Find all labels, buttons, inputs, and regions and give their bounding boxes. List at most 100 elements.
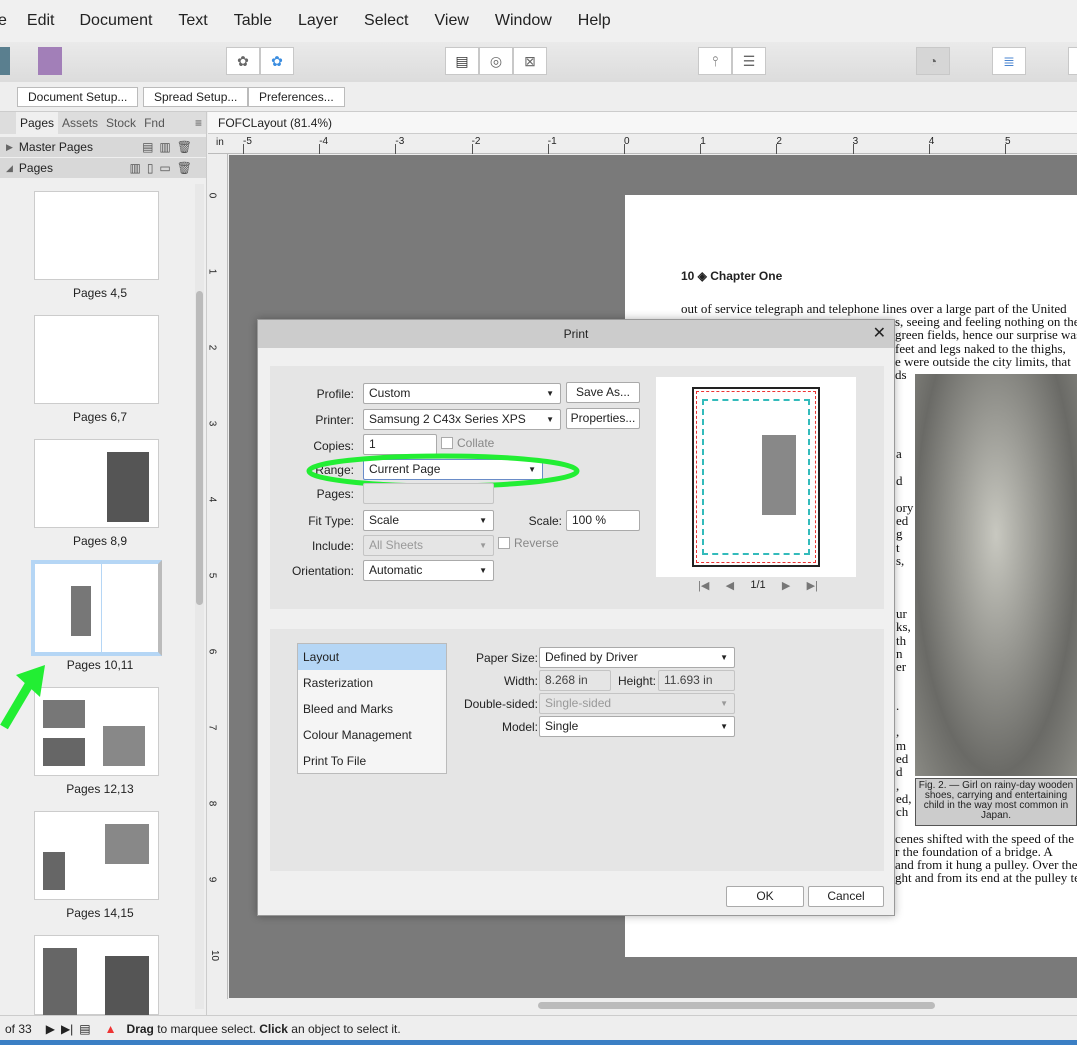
tab-stock[interactable]: Stock — [102, 116, 140, 130]
first-page-icon[interactable]: |◀ — [698, 579, 709, 592]
ruler-tick-label: -5 — [243, 136, 252, 147]
category-colour-management[interactable]: Colour Management — [298, 722, 446, 748]
collapse-arrow-icon[interactable]: ◢ — [6, 163, 13, 174]
ruler-tick — [471, 144, 473, 154]
preflight-alert-icon[interactable]: ▲ — [105, 1022, 117, 1036]
next-page-icon[interactable]: ▶ — [782, 579, 790, 592]
properties-button[interactable]: Properties... — [566, 408, 640, 429]
tab-assets[interactable]: Assets — [58, 116, 102, 130]
thumbnail-label: Pages 8,9 — [72, 534, 128, 548]
panel-scrollbar[interactable] — [195, 184, 204, 1009]
status-bar: of 33 ▶ ▶| ▤ ▲ Drag to marquee select. C… — [0, 1015, 1077, 1041]
menu-window[interactable]: Window — [495, 12, 552, 30]
preview-sheet — [692, 387, 820, 567]
menu-edit[interactable]: Edit — [27, 12, 55, 30]
category-print-to-file[interactable]: Print To File — [298, 748, 446, 774]
category-rasterization[interactable]: Rasterization — [298, 670, 446, 696]
thumbnail-pages-12-13[interactable] — [34, 687, 159, 776]
pages-label: Pages: — [316, 487, 354, 501]
pages-input[interactable] — [363, 483, 494, 504]
green-annotation-arrow — [0, 665, 45, 730]
save-as-button[interactable]: Save As... — [566, 382, 640, 403]
next-page-icon[interactable]: ▶ — [46, 1022, 55, 1036]
scrollbar-thumb[interactable] — [196, 291, 203, 605]
expand-arrow-icon[interactable]: ▶ — [6, 142, 13, 153]
include-select[interactable]: All Sheets ▼ — [363, 535, 494, 556]
master-pages-section[interactable]: ▶ Master Pages ▤▥🗑 — [0, 137, 206, 157]
thumbnail-pages-14-15[interactable] — [34, 811, 159, 900]
thumbnail-pages-6-7[interactable] — [34, 315, 159, 404]
menu-bar: e Edit Document Text Table Layer Select … — [0, 0, 1077, 42]
tab-find[interactable]: Fnd — [140, 116, 169, 130]
pages-list-icon[interactable]: ▤ — [79, 1022, 90, 1036]
thumbnail-pages-8-9[interactable] — [34, 439, 159, 528]
cancel-button[interactable]: Cancel — [808, 886, 884, 907]
ruler-tick — [319, 144, 321, 154]
tab-pages[interactable]: Pages — [16, 112, 59, 134]
spread-setup-button[interactable]: Spread Setup... — [143, 87, 249, 107]
paper-size-select[interactable]: Defined by Driver ▼ — [539, 647, 735, 668]
photo-persona-icon[interactable] — [38, 47, 62, 75]
ruler-tick-label: 4 — [206, 496, 218, 503]
thumbnail-pages-10-11-selected[interactable] — [31, 560, 162, 656]
menu-document[interactable]: Document — [79, 12, 152, 30]
ok-button[interactable]: OK — [726, 886, 804, 907]
page-count: of 33 — [5, 1021, 32, 1036]
menu-help[interactable]: Help — [578, 12, 611, 30]
collate-checkbox[interactable]: Collate — [441, 436, 494, 450]
text-flow-icon[interactable]: ☰ — [732, 47, 766, 75]
category-layout[interactable]: Layout — [298, 644, 446, 670]
model-select[interactable]: Single ▼ — [539, 716, 735, 737]
profile-select[interactable]: Custom ▼ — [363, 383, 561, 404]
document-setup-button[interactable]: Document Setup... — [17, 87, 139, 107]
more-icon[interactable] — [1068, 47, 1077, 75]
thumbnail-pages-16-17[interactable] — [34, 935, 159, 1016]
close-icon[interactable]: ✕ — [873, 320, 886, 348]
prev-page-icon[interactable]: ◀ — [726, 579, 734, 592]
last-page-icon[interactable]: ▶| — [61, 1022, 73, 1036]
double-sided-select[interactable]: Single-sided ▼ — [539, 693, 735, 714]
text-line: ds — [895, 367, 907, 382]
panel-menu-icon[interactable]: ≡ — [191, 116, 206, 130]
vertical-ruler: 0 1 2 3 4 5 6 7 8 9 10 — [206, 154, 228, 999]
orientation-select[interactable]: Automatic ▼ — [363, 560, 494, 581]
wrap-tight-icon[interactable]: ◎ — [479, 47, 513, 75]
toolbar: ✿ ✿ ▤ ◎ ⊠ ⫯ ☰ ◔ ≣ — [0, 42, 1077, 82]
scale-input[interactable]: 100 % — [566, 510, 640, 531]
category-bleed-and-marks[interactable]: Bleed and Marks — [298, 696, 446, 722]
text-line: a — [896, 446, 902, 461]
preferences-button[interactable]: Preferences... — [248, 87, 345, 107]
menu-file[interactable]: e — [0, 12, 7, 30]
wrap-none-icon[interactable]: ⊠ — [513, 47, 547, 75]
designer-persona-icon[interactable] — [0, 47, 10, 75]
text-line: d — [896, 473, 903, 488]
ruler-tick-label: 1 — [206, 268, 218, 275]
page-actions-icon[interactable]: ▥▯▭🗑 — [129, 161, 198, 175]
view-mode-icon[interactable]: ◔ — [916, 47, 950, 75]
wrap-square-icon[interactable]: ▤ — [445, 47, 479, 75]
scale-label: Scale: — [528, 514, 562, 528]
menu-select[interactable]: Select — [364, 12, 408, 30]
ruler-tick — [852, 144, 854, 154]
master-page-actions-icon[interactable]: ▤▥🗑 — [142, 140, 198, 154]
assistant-icon[interactable]: ✿ — [226, 47, 260, 75]
menu-text[interactable]: Text — [178, 12, 207, 30]
preflight-icon[interactable]: ✿ — [260, 47, 294, 75]
print-dialog: Print ✕ Profile: Custom ▼ Save As... Print… — [257, 319, 895, 916]
baseline-grid-icon[interactable]: ≣ — [992, 47, 1026, 75]
reverse-checkbox[interactable]: Reverse — [498, 536, 559, 550]
text-line: s, — [896, 553, 905, 568]
thumbnail-label: Pages 4,5 — [72, 286, 128, 300]
document-tab[interactable]: FOFCLayout (81.4%) — [208, 112, 1077, 134]
printer-select[interactable]: Samsung 2 C43x Series XPS ▼ — [363, 409, 561, 430]
horizontal-scrollbar[interactable] — [538, 1002, 935, 1009]
taskbar — [0, 1040, 1077, 1045]
menu-layer[interactable]: Layer — [298, 12, 338, 30]
pages-section[interactable]: ◢ Pages ▥▯▭🗑 — [0, 158, 206, 178]
menu-view[interactable]: View — [435, 12, 469, 30]
height-input[interactable]: 11.693 in — [658, 670, 735, 691]
thumbnail-pages-4-5[interactable] — [34, 191, 159, 280]
menu-table[interactable]: Table — [234, 12, 272, 30]
last-page-icon[interactable]: ▶| — [807, 579, 818, 592]
pin-icon[interactable]: ⫯ — [698, 47, 732, 75]
